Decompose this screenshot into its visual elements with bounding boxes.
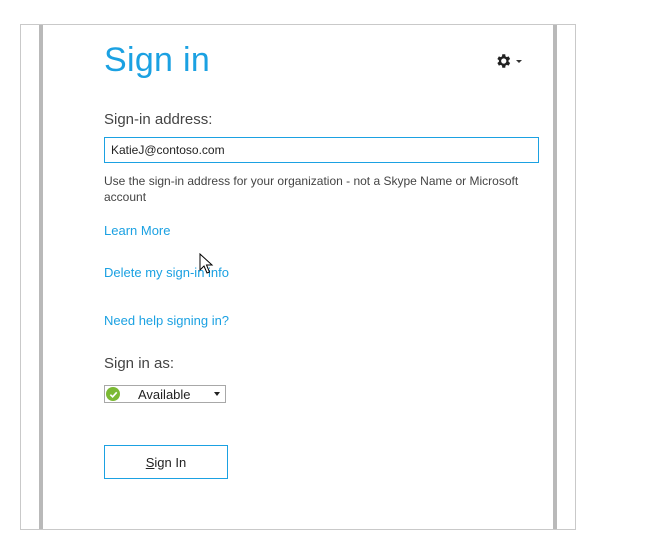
gear-icon (494, 52, 512, 70)
chevron-down-icon (214, 392, 220, 396)
page-title: Sign in (104, 41, 211, 79)
sign-in-address-input[interactable] (104, 137, 539, 163)
window-left-edge (39, 25, 43, 529)
settings-menu-button[interactable] (494, 52, 522, 70)
sign-in-panel: Sign in Sign-in address: Use the sign-in… (63, 25, 553, 529)
learn-more-link[interactable]: Learn More (104, 223, 170, 238)
window-right-edge (553, 25, 557, 529)
chevron-down-icon (516, 59, 522, 63)
sign-in-button-mnemonic: S (145, 454, 155, 470)
sign-in-button-label: ign In (154, 454, 187, 470)
presence-status-value: Available (138, 386, 191, 402)
sign-in-address-label: Sign-in address: (104, 111, 213, 128)
sign-in-address-hint: Use the sign-in address for your organiz… (104, 174, 519, 204)
need-help-signing-in-link[interactable]: Need help signing in? (104, 313, 229, 328)
sign-in-window: Sign in Sign-in address: Use the sign-in… (20, 24, 576, 530)
mouse-pointer-icon (199, 253, 214, 274)
sign-in-as-label: Sign in as: (104, 355, 175, 372)
presence-status-dropdown[interactable]: Available (104, 385, 226, 403)
sign-in-button[interactable]: Sign In (104, 445, 228, 479)
available-status-icon (106, 387, 120, 401)
